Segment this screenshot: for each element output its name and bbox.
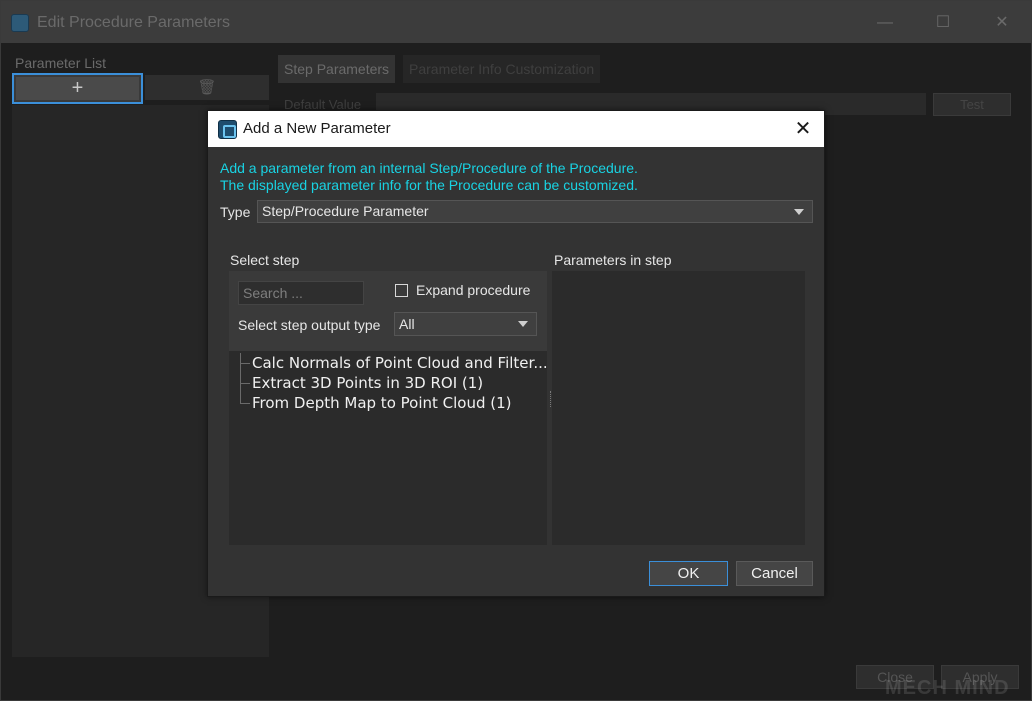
- dialog-titlebar: Add a New Parameter ✕: [208, 111, 824, 147]
- add-new-parameter-dialog: Add a New Parameter ✕ Add a parameter fr…: [207, 110, 825, 597]
- plus-icon: +: [16, 77, 139, 100]
- output-type-select[interactable]: All: [394, 312, 537, 336]
- chevron-down-icon: [518, 321, 528, 327]
- tab-parameter-info-customization[interactable]: Parameter Info Customization: [403, 55, 601, 83]
- dialog-app-icon: [218, 120, 237, 139]
- step-tree: Calc Normals of Point Cloud and Filter..…: [229, 353, 548, 545]
- type-select-value: Step/Procedure Parameter: [262, 203, 429, 219]
- test-button[interactable]: Test: [933, 93, 1011, 116]
- app-icon: [11, 14, 29, 32]
- search-input[interactable]: Search ...: [238, 281, 364, 305]
- expand-procedure-label[interactable]: Expand procedure: [416, 282, 530, 298]
- parameters-in-step-label: Parameters in step: [554, 252, 672, 268]
- info-text-line2: The displayed parameter info for the Pro…: [220, 177, 638, 193]
- expand-procedure-checkbox[interactable]: [395, 284, 408, 297]
- info-text-line1: Add a parameter from an internal Step/Pr…: [220, 160, 638, 176]
- delete-parameter-button[interactable]: 🗑: [145, 75, 269, 100]
- parameters-in-step-panel[interactable]: [552, 271, 805, 545]
- cancel-button[interactable]: Cancel: [736, 561, 813, 586]
- step-tree-item[interactable]: Extract 3D Points in 3D ROI (1): [240, 373, 483, 393]
- dialog-close-icon[interactable]: ✕: [790, 117, 816, 141]
- window-title: Edit Procedure Parameters: [37, 14, 230, 31]
- parameter-list-label: Parameter List: [15, 55, 107, 71]
- select-step-panel: Search ... Expand procedure Select step …: [229, 271, 548, 545]
- tab-step-parameters[interactable]: Step Parameters: [278, 55, 396, 83]
- add-parameter-button[interactable]: +: [12, 73, 143, 104]
- minimize-icon[interactable]: —: [872, 11, 898, 35]
- window-close-icon[interactable]: ✕: [989, 11, 1015, 35]
- output-type-label: Select step output type: [238, 317, 381, 333]
- ok-button[interactable]: OK: [649, 561, 728, 586]
- trash-icon: 🗑: [197, 79, 217, 96]
- output-type-value: All: [399, 316, 415, 332]
- step-filter-area: Search ... Expand procedure Select step …: [229, 271, 547, 351]
- type-label: Type: [220, 204, 251, 220]
- step-tree-item[interactable]: Calc Normals of Point Cloud and Filter..…: [240, 353, 548, 373]
- mech-mind-watermark: MECH MIND: [885, 677, 1010, 699]
- dialog-title: Add a New Parameter: [243, 120, 391, 137]
- type-select[interactable]: Step/Procedure Parameter: [257, 200, 813, 223]
- window-titlebar: Edit Procedure Parameters — ☐ ✕: [1, 1, 1031, 43]
- select-step-label: Select step: [230, 252, 300, 268]
- maximize-icon[interactable]: ☐: [930, 11, 956, 35]
- step-tree-item[interactable]: From Depth Map to Point Cloud (1): [240, 393, 512, 413]
- chevron-down-icon: [794, 209, 804, 215]
